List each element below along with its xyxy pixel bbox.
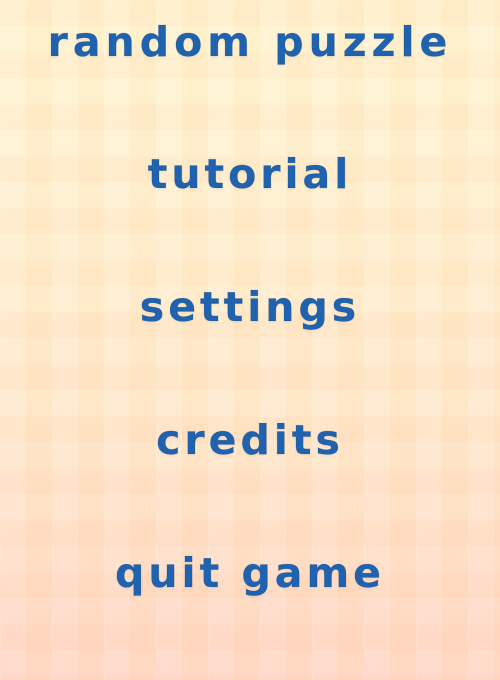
menu-item-quit-game: quit game [0, 547, 500, 680]
quit-game-button[interactable]: quit game [115, 552, 385, 594]
random-puzzle-button[interactable]: random puzzle [47, 21, 453, 63]
settings-button[interactable]: settings [139, 286, 360, 328]
menu-item-credits: credits [0, 414, 500, 547]
menu-item-tutorial: tutorial [0, 148, 500, 281]
tutorial-button[interactable]: tutorial [147, 153, 353, 195]
credits-button[interactable]: credits [156, 419, 344, 461]
main-menu: random puzzle tutorial settings credits … [0, 0, 500, 680]
menu-item-random-puzzle: random puzzle [0, 15, 500, 148]
menu-item-settings: settings [0, 281, 500, 414]
